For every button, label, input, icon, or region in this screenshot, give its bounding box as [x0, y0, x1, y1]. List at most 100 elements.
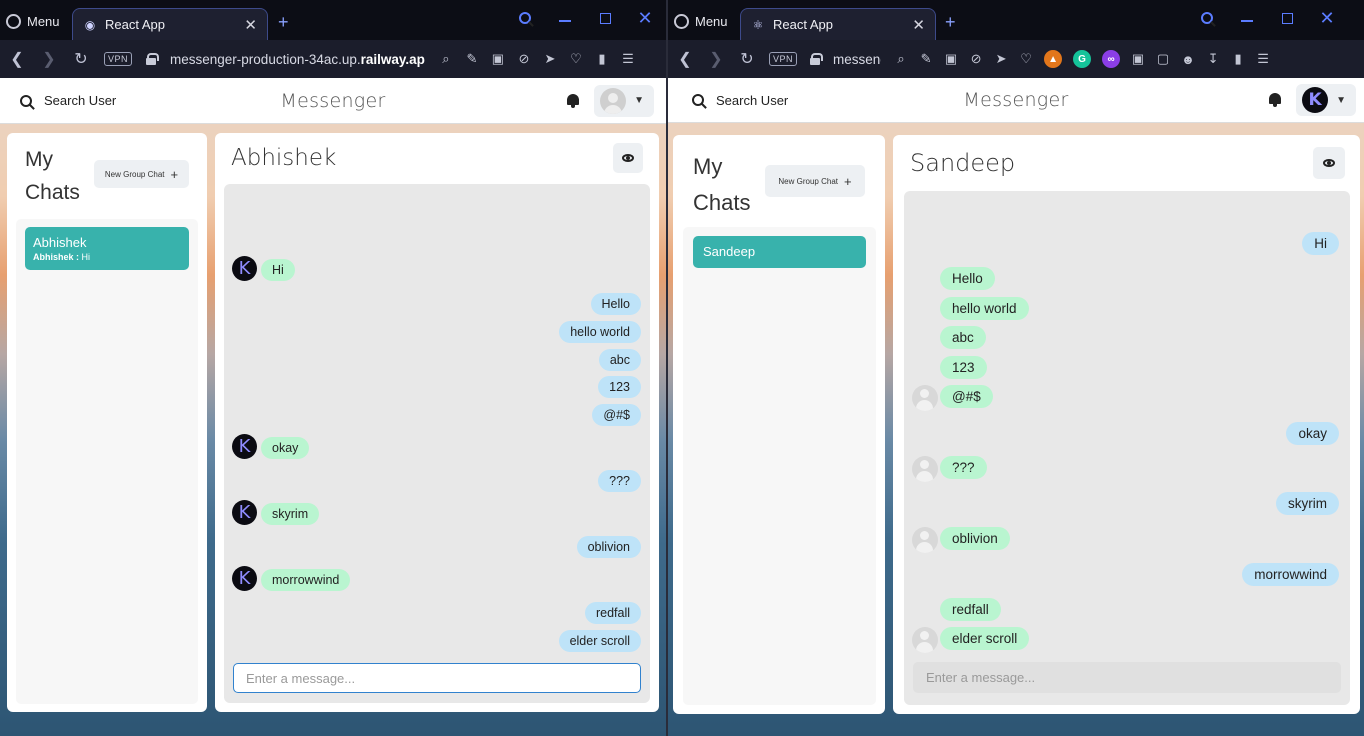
eye-icon: [1323, 159, 1335, 167]
sender-avatar[interactable]: K: [232, 566, 257, 591]
new-tab-button[interactable]: +: [945, 12, 956, 33]
profile-icon[interactable]: ☻: [1181, 52, 1195, 67]
battery-icon[interactable]: ▮: [595, 51, 609, 66]
message-bubble: 123: [598, 376, 641, 398]
lock-icon[interactable]: [810, 53, 824, 65]
download-icon[interactable]: ↧: [1206, 51, 1220, 66]
app-page: Search User Messenger ▼ My Chats New Gro…: [0, 78, 666, 736]
app-header: Search User Messenger K ▼: [668, 78, 1364, 123]
opera-logo-icon: [674, 13, 689, 29]
url-field[interactable]: messenger-production-34ac.up.railway.ap: [170, 52, 425, 67]
message-input[interactable]: [913, 662, 1341, 693]
grammarly-extension-icon[interactable]: G: [1073, 50, 1092, 68]
message-input[interactable]: [233, 663, 641, 693]
message-bubble: oblivion: [576, 536, 641, 558]
block-icon[interactable]: ⊘: [969, 51, 983, 66]
forward-icon[interactable]: ❯: [707, 49, 725, 69]
vpn-badge[interactable]: VPN: [769, 52, 798, 66]
app-title: Messenger: [280, 89, 386, 112]
message-bubble: Hello: [940, 267, 995, 290]
search-user-button[interactable]: Search User: [682, 93, 794, 108]
sender-avatar[interactable]: [912, 456, 938, 482]
camera-icon[interactable]: ▣: [491, 51, 505, 66]
sender-avatar[interactable]: K: [232, 434, 257, 459]
tab-close-icon[interactable]: ✕: [244, 16, 257, 34]
tab-react-app[interactable]: ◉ React App ✕: [72, 8, 268, 40]
sender-avatar[interactable]: K: [232, 500, 257, 525]
sender-avatar[interactable]: [912, 385, 938, 411]
profile-menu-button[interactable]: ▼: [594, 84, 654, 117]
reload-icon[interactable]: ↻: [738, 49, 756, 69]
forward-icon[interactable]: ❯: [40, 49, 58, 69]
send-icon[interactable]: ➤: [994, 51, 1008, 66]
search-tabs-icon[interactable]: [516, 9, 534, 27]
message-bubble: redfall: [584, 602, 641, 624]
new-group-chat-button[interactable]: New Group Chat +: [765, 165, 865, 197]
view-profile-button[interactable]: [1313, 147, 1345, 179]
right-browser-window: Menu ⚛ React App ✕ + ✕ ❮ ❯ ↻ VPN messeng…: [668, 0, 1364, 736]
back-icon[interactable]: ❮: [676, 49, 694, 69]
tab-close-icon[interactable]: ✕: [912, 16, 925, 34]
block-icon[interactable]: ⊘: [517, 51, 531, 66]
extension-icon[interactable]: ∞: [1102, 50, 1121, 68]
heart-icon[interactable]: ♡: [1019, 51, 1033, 66]
zoom-icon[interactable]: ⌕: [894, 51, 908, 66]
message-bubble: @#$: [940, 385, 993, 408]
chat-list: Sandeep: [683, 227, 876, 705]
reload-icon[interactable]: ↻: [72, 49, 90, 69]
new-group-chat-label: New Group Chat: [104, 169, 165, 179]
message-bubble: 123: [940, 356, 987, 379]
chat-item-abhishek[interactable]: Abhishek Abhishek : Hi: [25, 227, 189, 270]
tab-react-app[interactable]: ⚛ React App ✕: [740, 8, 936, 40]
search-user-button[interactable]: Search User: [14, 93, 122, 108]
edit-icon[interactable]: ✎: [919, 51, 933, 66]
box-extension-icon[interactable]: ▢: [1156, 51, 1170, 66]
sender-avatar[interactable]: [912, 627, 938, 653]
maximize-icon[interactable]: [596, 9, 614, 27]
message-bubble: hello world: [559, 321, 641, 343]
close-window-icon[interactable]: ✕: [1318, 8, 1336, 28]
battery-icon[interactable]: ▮: [1231, 51, 1245, 66]
new-group-chat-button[interactable]: New Group Chat +: [94, 160, 189, 188]
sender-avatar[interactable]: [912, 527, 938, 553]
url-field[interactable]: messeng: [833, 52, 881, 67]
easy-setup-icon[interactable]: ☰: [621, 51, 635, 66]
metamask-extension-icon[interactable]: ▲: [1044, 50, 1063, 68]
opera-menu-button[interactable]: Menu: [674, 10, 728, 32]
minimize-icon[interactable]: [1238, 9, 1256, 27]
send-icon[interactable]: ➤: [543, 51, 557, 66]
plus-icon: +: [170, 166, 179, 182]
search-tabs-icon[interactable]: [1198, 9, 1216, 27]
maximize-icon[interactable]: [1278, 9, 1296, 27]
view-profile-button[interactable]: [613, 143, 643, 173]
camera-icon[interactable]: ▣: [944, 51, 958, 66]
back-icon[interactable]: ❮: [8, 49, 26, 69]
close-window-icon[interactable]: ✕: [636, 8, 654, 28]
react-logo-icon: ⚛: [752, 17, 764, 32]
sender-avatar[interactable]: K: [232, 256, 257, 281]
chat-panel: Abhishek HiKHellohello worldabc123@#$oka…: [215, 133, 659, 712]
chat-panel: Sandeep Hi Hello hello world abc 123 @#$ okay?…: [893, 135, 1360, 714]
message-bubble: ???: [598, 470, 641, 492]
message-bubble: oblivion: [940, 527, 1010, 550]
tab-bar: Menu ◉ React App ✕ + ✕: [0, 0, 666, 40]
new-tab-button[interactable]: +: [278, 12, 289, 33]
chevron-down-icon: ▼: [634, 95, 644, 106]
message-bubble: skyrim: [1276, 492, 1339, 515]
chat-item-sandeep[interactable]: Sandeep: [693, 236, 866, 268]
message-bubble: elder scroll: [558, 630, 641, 652]
minimize-icon[interactable]: [556, 9, 574, 27]
vpn-badge[interactable]: VPN: [104, 52, 133, 66]
cube-extension-icon[interactable]: ▣: [1131, 51, 1145, 66]
opera-menu-button[interactable]: Menu: [6, 10, 60, 32]
message-bubble: okay: [261, 437, 310, 459]
search-icon: [20, 94, 32, 107]
notification-bell-icon[interactable]: [1268, 92, 1282, 108]
edit-icon[interactable]: ✎: [465, 51, 479, 66]
heart-icon[interactable]: ♡: [569, 51, 583, 66]
lock-icon[interactable]: [146, 53, 160, 65]
profile-menu-button[interactable]: K ▼: [1296, 84, 1356, 116]
notification-bell-icon[interactable]: [566, 93, 580, 109]
easy-setup-icon[interactable]: ☰: [1256, 51, 1270, 66]
zoom-icon[interactable]: ⌕: [439, 51, 453, 66]
